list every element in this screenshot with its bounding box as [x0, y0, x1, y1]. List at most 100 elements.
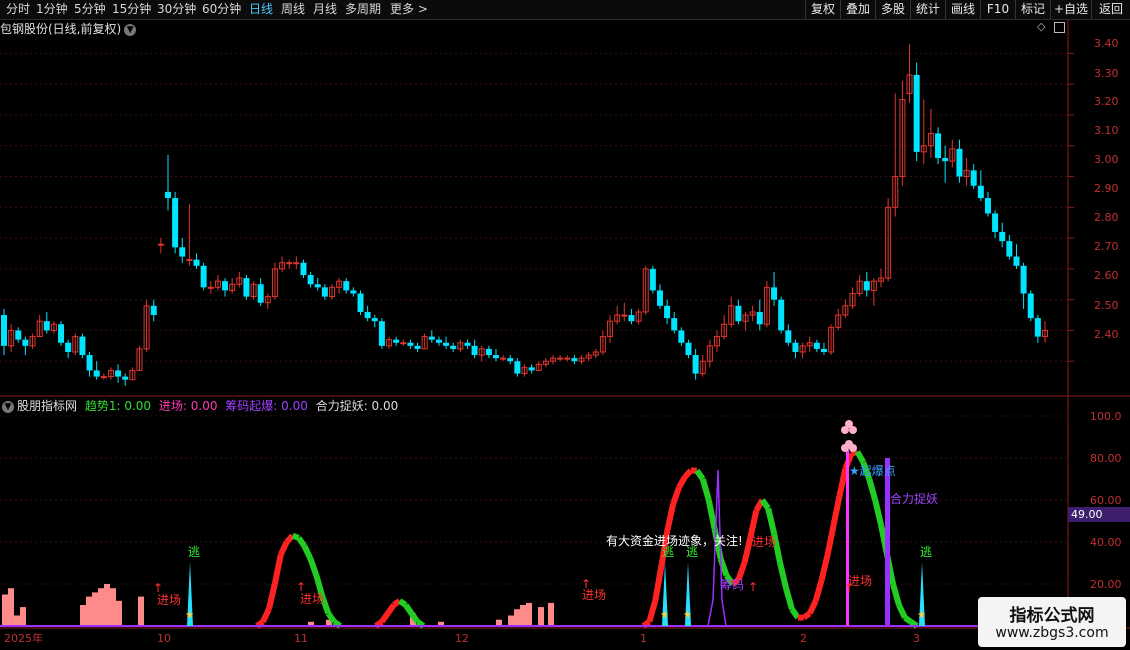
candle-body [193, 259, 200, 266]
candle-body [43, 321, 50, 331]
price-tick: 3.20 [1094, 95, 1119, 108]
candle-body [735, 305, 742, 322]
trend-segment [836, 467, 849, 497]
candle-body [407, 342, 414, 346]
candle-body [913, 74, 920, 152]
candle-body [293, 262, 300, 265]
trend-segment [271, 554, 284, 585]
candle-body [671, 318, 678, 331]
candle-body [122, 376, 129, 380]
candle-body [628, 315, 635, 322]
trend-segment [301, 544, 314, 561]
candle-body [621, 314, 628, 317]
candle-body [956, 148, 963, 177]
candle-body [400, 342, 407, 345]
trend-segment [670, 486, 682, 506]
candle-body [100, 376, 107, 379]
indicator-bar [92, 592, 98, 626]
candle-body [863, 281, 870, 291]
indicator-bar [548, 602, 554, 626]
escape-label: 逃 [188, 545, 200, 559]
indicator-bar [514, 609, 520, 626]
candle-body [321, 287, 328, 297]
indicator-tick: 20.00 [1090, 578, 1122, 591]
candle-body [507, 358, 514, 362]
candle-body [179, 247, 186, 257]
candle-body [257, 284, 264, 303]
indicator-legend: ▼ 股朋指标网 趋势1: 0.00 进场: 0.00 筹码起爆: 0.00 合力捉… [0, 397, 402, 415]
candle-body [778, 299, 785, 331]
date-label: 2025年 [4, 631, 43, 645]
candle-body [22, 339, 29, 346]
candle-body [649, 268, 656, 291]
indicator-tick: 80.00 [1090, 452, 1122, 465]
candle-body [471, 345, 478, 356]
candle-body [414, 345, 421, 349]
date-label: 10 [157, 632, 171, 645]
candle-body [813, 342, 820, 349]
trend-segment [694, 468, 706, 481]
trend-segment [818, 553, 831, 581]
trend-segment [854, 450, 866, 464]
trend-segment [783, 587, 795, 611]
candle-body [984, 198, 991, 214]
star-icon: ★ [660, 610, 669, 621]
candle-body [350, 290, 357, 294]
trend-segment [866, 478, 879, 501]
indicator-bar [110, 588, 116, 626]
trend-segment [291, 532, 300, 541]
candle-body [15, 330, 22, 340]
trend-segment [789, 607, 801, 620]
candle-body [172, 198, 179, 248]
heli-bar [885, 458, 890, 626]
trend-segment [403, 603, 414, 616]
trend-segment [385, 603, 397, 616]
candle-body [79, 336, 86, 356]
candle-body [1013, 256, 1020, 266]
current-value-tag: 49.00 [1068, 507, 1130, 522]
enter-label: 进场 [157, 593, 181, 607]
axes-group: 3.40 3.30 3.20 3.10 3.00 2.90 2.80 2.70 … [4, 37, 1122, 645]
trend-segment [903, 615, 913, 625]
candle-body [286, 262, 293, 265]
candle-body [243, 278, 250, 297]
star-icon: ★ [185, 610, 194, 621]
indicator-bar [98, 588, 104, 626]
trend-segment [664, 503, 677, 533]
candle-body [450, 345, 457, 349]
enter-label: 进场 [752, 535, 776, 549]
candle-body [756, 311, 763, 325]
candle-body [792, 342, 799, 352]
trend-segment [682, 468, 694, 479]
chevron-down-icon[interactable]: ▼ [2, 400, 14, 413]
candle-body [492, 355, 499, 359]
candle-body [150, 305, 157, 316]
escape-label: 逃 [920, 545, 932, 559]
enter-label: 进场 [848, 574, 872, 588]
candle-body [207, 286, 214, 289]
indicator-tick: 40.00 [1090, 536, 1122, 549]
candle-body [820, 348, 827, 352]
watermark-url: www.zbgs3.com [995, 625, 1109, 641]
candle-body [678, 330, 685, 343]
candles-group [1, 44, 1048, 386]
price-tick: 2.90 [1094, 182, 1119, 195]
enter-label: 进场 [300, 592, 324, 606]
trend-segment [890, 583, 902, 606]
candle-body [999, 231, 1006, 242]
indicator-name: 股朋指标网 [17, 399, 78, 413]
candle-body [300, 262, 307, 276]
trend-segment [296, 536, 307, 548]
trend-segment [705, 499, 718, 530]
trend-segment [807, 599, 819, 615]
trend-segment [260, 607, 272, 624]
candle-body [443, 342, 450, 346]
trend-segment [646, 599, 659, 623]
legend-chips: 筹码起爆: 0.00 [225, 399, 308, 413]
heli-label: 合力捉妖 [890, 491, 938, 506]
indicator-bar [538, 607, 544, 626]
candle-body [307, 275, 314, 285]
indicator-bar [138, 596, 144, 626]
trend-segment [802, 610, 812, 621]
date-label: 3 [913, 632, 920, 645]
